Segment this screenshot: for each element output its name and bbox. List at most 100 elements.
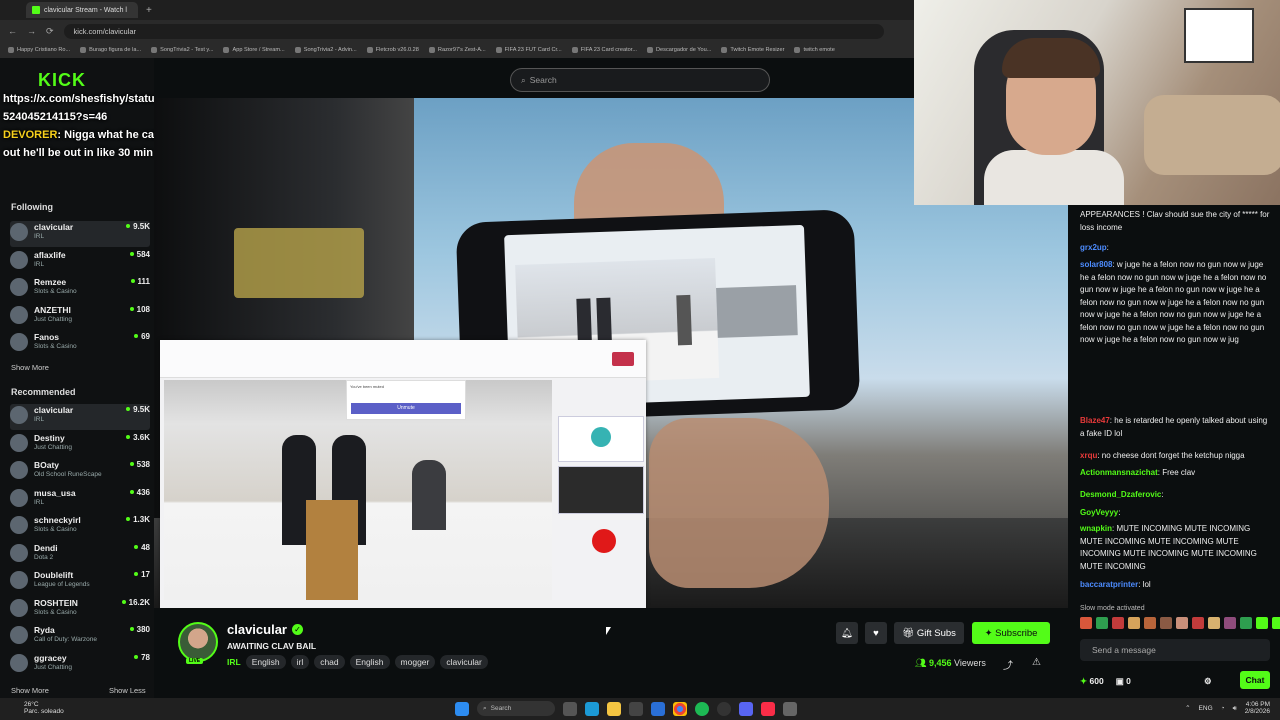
back-icon[interactable]: ← — [8, 26, 17, 37]
chat-send-button[interactable]: Chat — [1240, 671, 1270, 689]
chat-username[interactable]: grx2up — [1080, 243, 1107, 252]
stream-tag[interactable]: English — [245, 655, 286, 669]
sidebar-channel[interactable]: ANZETHI Just Chatting 108 — [10, 304, 150, 330]
tray-chevron-icon[interactable]: ⌃ — [1185, 705, 1190, 712]
file-explorer-icon[interactable] — [607, 701, 621, 716]
emote-icon[interactable] — [1176, 617, 1188, 629]
discord-icon[interactable] — [739, 701, 753, 716]
settings-icon[interactable]: ⚙ — [1204, 675, 1212, 688]
sidebar-channel[interactable]: Remzee Slots & Casino 111 — [10, 276, 150, 302]
store-icon[interactable] — [629, 701, 643, 716]
channel-name[interactable]: clavicular — [227, 622, 287, 637]
chat-username[interactable]: xrqu — [1080, 451, 1097, 460]
emote-icon[interactable] — [1240, 617, 1252, 629]
mail-icon[interactable] — [651, 701, 665, 716]
stream-tag[interactable]: irl — [290, 655, 310, 669]
edge-icon[interactable] — [585, 701, 599, 716]
browser-tab[interactable]: clavicular Stream - Watch l — [26, 2, 138, 18]
bookmark-item[interactable]: FIFA 23 FUT Card Cr... — [495, 47, 562, 53]
bag-counter[interactable]: ▣ 0 — [1116, 675, 1131, 688]
taskbar-search[interactable]: ⌕ Search — [477, 701, 555, 716]
app-icon[interactable] — [783, 701, 797, 716]
chat-username[interactable]: Actionmansnazichat — [1080, 468, 1158, 477]
url-field[interactable]: kick.com/clavicular — [63, 23, 884, 39]
clock[interactable]: 4:06 PM 2/8/2026 — [1245, 701, 1270, 715]
sidebar-channel[interactable]: Dendi Dota 2 48 — [10, 542, 150, 568]
chat-input[interactable]: Send a message — [1080, 639, 1270, 661]
bookmark-item[interactable]: Razor97's Zest-A... — [428, 47, 486, 53]
show-less-button[interactable]: Show Less — [109, 686, 146, 695]
chrome-icon[interactable] — [673, 701, 687, 716]
forward-icon[interactable]: → — [27, 26, 36, 37]
language-indicator[interactable]: ENG — [1199, 705, 1213, 712]
stream-tag[interactable]: clavicular — [440, 655, 488, 669]
sidebar-channel[interactable]: BOaty Old School RuneScape 538 — [10, 459, 150, 485]
sidebar-channel[interactable]: clavicular IRL 9.5K — [10, 221, 150, 247]
chat-username[interactable]: wnapkin — [1080, 524, 1112, 533]
bookmark-item[interactable]: Burago figura de la... — [80, 47, 141, 53]
sidebar-channel[interactable]: ROSHTEIN Slots & Casino 16.2K — [10, 597, 150, 623]
sidebar-channel[interactable]: ggracey Just Chatting 78 — [10, 652, 150, 678]
show-more-recommended[interactable]: Show More — [11, 686, 49, 695]
chat-username[interactable]: Desmond_Dzaferovic — [1080, 490, 1161, 499]
channel-avatar[interactable] — [178, 622, 218, 662]
emote-icon[interactable] — [1112, 617, 1124, 629]
bookmark-item[interactable]: FIFA 23 Card creator... — [571, 47, 637, 53]
category-link[interactable]: IRL — [227, 657, 241, 667]
sidebar-channel[interactable]: Doublelift League of Legends 17 — [10, 569, 150, 595]
bookmark-item[interactable]: twitch emote — [794, 47, 835, 53]
volume-icon[interactable]: 🔊︎ — [1233, 705, 1237, 712]
sidebar-channel[interactable]: Ryda Call of Duty: Warzone 380 — [10, 624, 150, 650]
points-counter[interactable]: ✦ 600 — [1080, 675, 1104, 688]
teams-leave-button[interactable] — [612, 352, 634, 366]
sidebar-channel[interactable]: clavicular IRL 9.5K — [10, 404, 150, 430]
weather-widget[interactable]: 26°C Parc. soleado — [24, 701, 64, 715]
unmute-button[interactable]: Unmute — [351, 403, 461, 414]
bookmark-item[interactable]: SongTrivia2 - Advin... — [294, 47, 357, 53]
wifi-icon[interactable]: ◔ — [1221, 705, 1225, 712]
search-input[interactable]: ⌕ Search — [510, 68, 770, 92]
emote-icon[interactable] — [1208, 617, 1220, 629]
sidebar-channel[interactable]: Fanos Slots & Casino 69 — [10, 331, 150, 357]
emote-icon[interactable] — [1128, 617, 1140, 629]
sidebar-channel[interactable]: musa_usa IRL 436 — [10, 487, 150, 513]
emote-icon[interactable] — [1192, 617, 1204, 629]
bookmark-item[interactable]: Fletcrob v26.0.28 — [366, 47, 419, 53]
emote-icon[interactable] — [1224, 617, 1236, 629]
share-icon[interactable]: ⤴ — [1003, 657, 1013, 672]
sidebar-channel[interactable]: Destiny Just Chatting 3.6K — [10, 432, 150, 458]
chat-username[interactable]: solar808 — [1080, 260, 1112, 269]
spotify-icon[interactable] — [695, 701, 709, 716]
follow-heart-icon[interactable]: ♥ — [865, 622, 887, 644]
bookmark-item[interactable]: App Store / Stream... — [223, 47, 285, 53]
chat-username[interactable]: GoyVeyyy — [1080, 508, 1118, 517]
notification-bell-icon[interactable]: 🔔︎ — [836, 622, 858, 644]
stream-tag[interactable]: English — [349, 655, 390, 669]
obs-icon[interactable] — [717, 701, 731, 716]
reload-icon[interactable]: ⟳ — [46, 26, 54, 37]
windows-start-icon[interactable] — [455, 701, 469, 716]
bookmark-item[interactable]: Twitch Emote Resizer — [721, 47, 784, 53]
show-more-following[interactable]: Show More — [11, 363, 49, 372]
stream-tag[interactable]: chad — [314, 655, 345, 669]
task-view-icon[interactable] — [563, 701, 577, 716]
emote-icon[interactable] — [1096, 617, 1108, 629]
emote-icon[interactable] — [1256, 617, 1268, 629]
chat-username[interactable]: Blaze47 — [1080, 416, 1110, 425]
emote-icon[interactable] — [1144, 617, 1156, 629]
stream-tag[interactable]: mogger — [394, 655, 436, 669]
gift-subs-button[interactable]: 🎁︎ Gift Subs — [894, 622, 964, 644]
bookmark-item[interactable]: Descargador de You... — [647, 47, 711, 53]
report-icon[interactable]: ⚠ — [1032, 657, 1041, 668]
sidebar-channel[interactable]: aflaxlife IRL 584 — [10, 249, 150, 275]
emote-icon[interactable] — [1160, 617, 1172, 629]
music-icon[interactable] — [761, 701, 775, 716]
new-tab-button[interactable]: + — [146, 5, 152, 16]
emote-icon[interactable] — [1272, 617, 1280, 629]
sidebar-channel[interactable]: schneckyirl Slots & Casino 1.3K — [10, 514, 150, 540]
bookmark-item[interactable]: Happy Cristiano Ro... — [8, 47, 70, 53]
subscribe-button[interactable]: ✦ Subscribe — [972, 622, 1050, 644]
emote-icon[interactable] — [1080, 617, 1092, 629]
chat-username[interactable]: baccaratprinter — [1080, 580, 1138, 589]
bookmark-item[interactable]: SongTrivia2 - Test y... — [151, 47, 213, 53]
